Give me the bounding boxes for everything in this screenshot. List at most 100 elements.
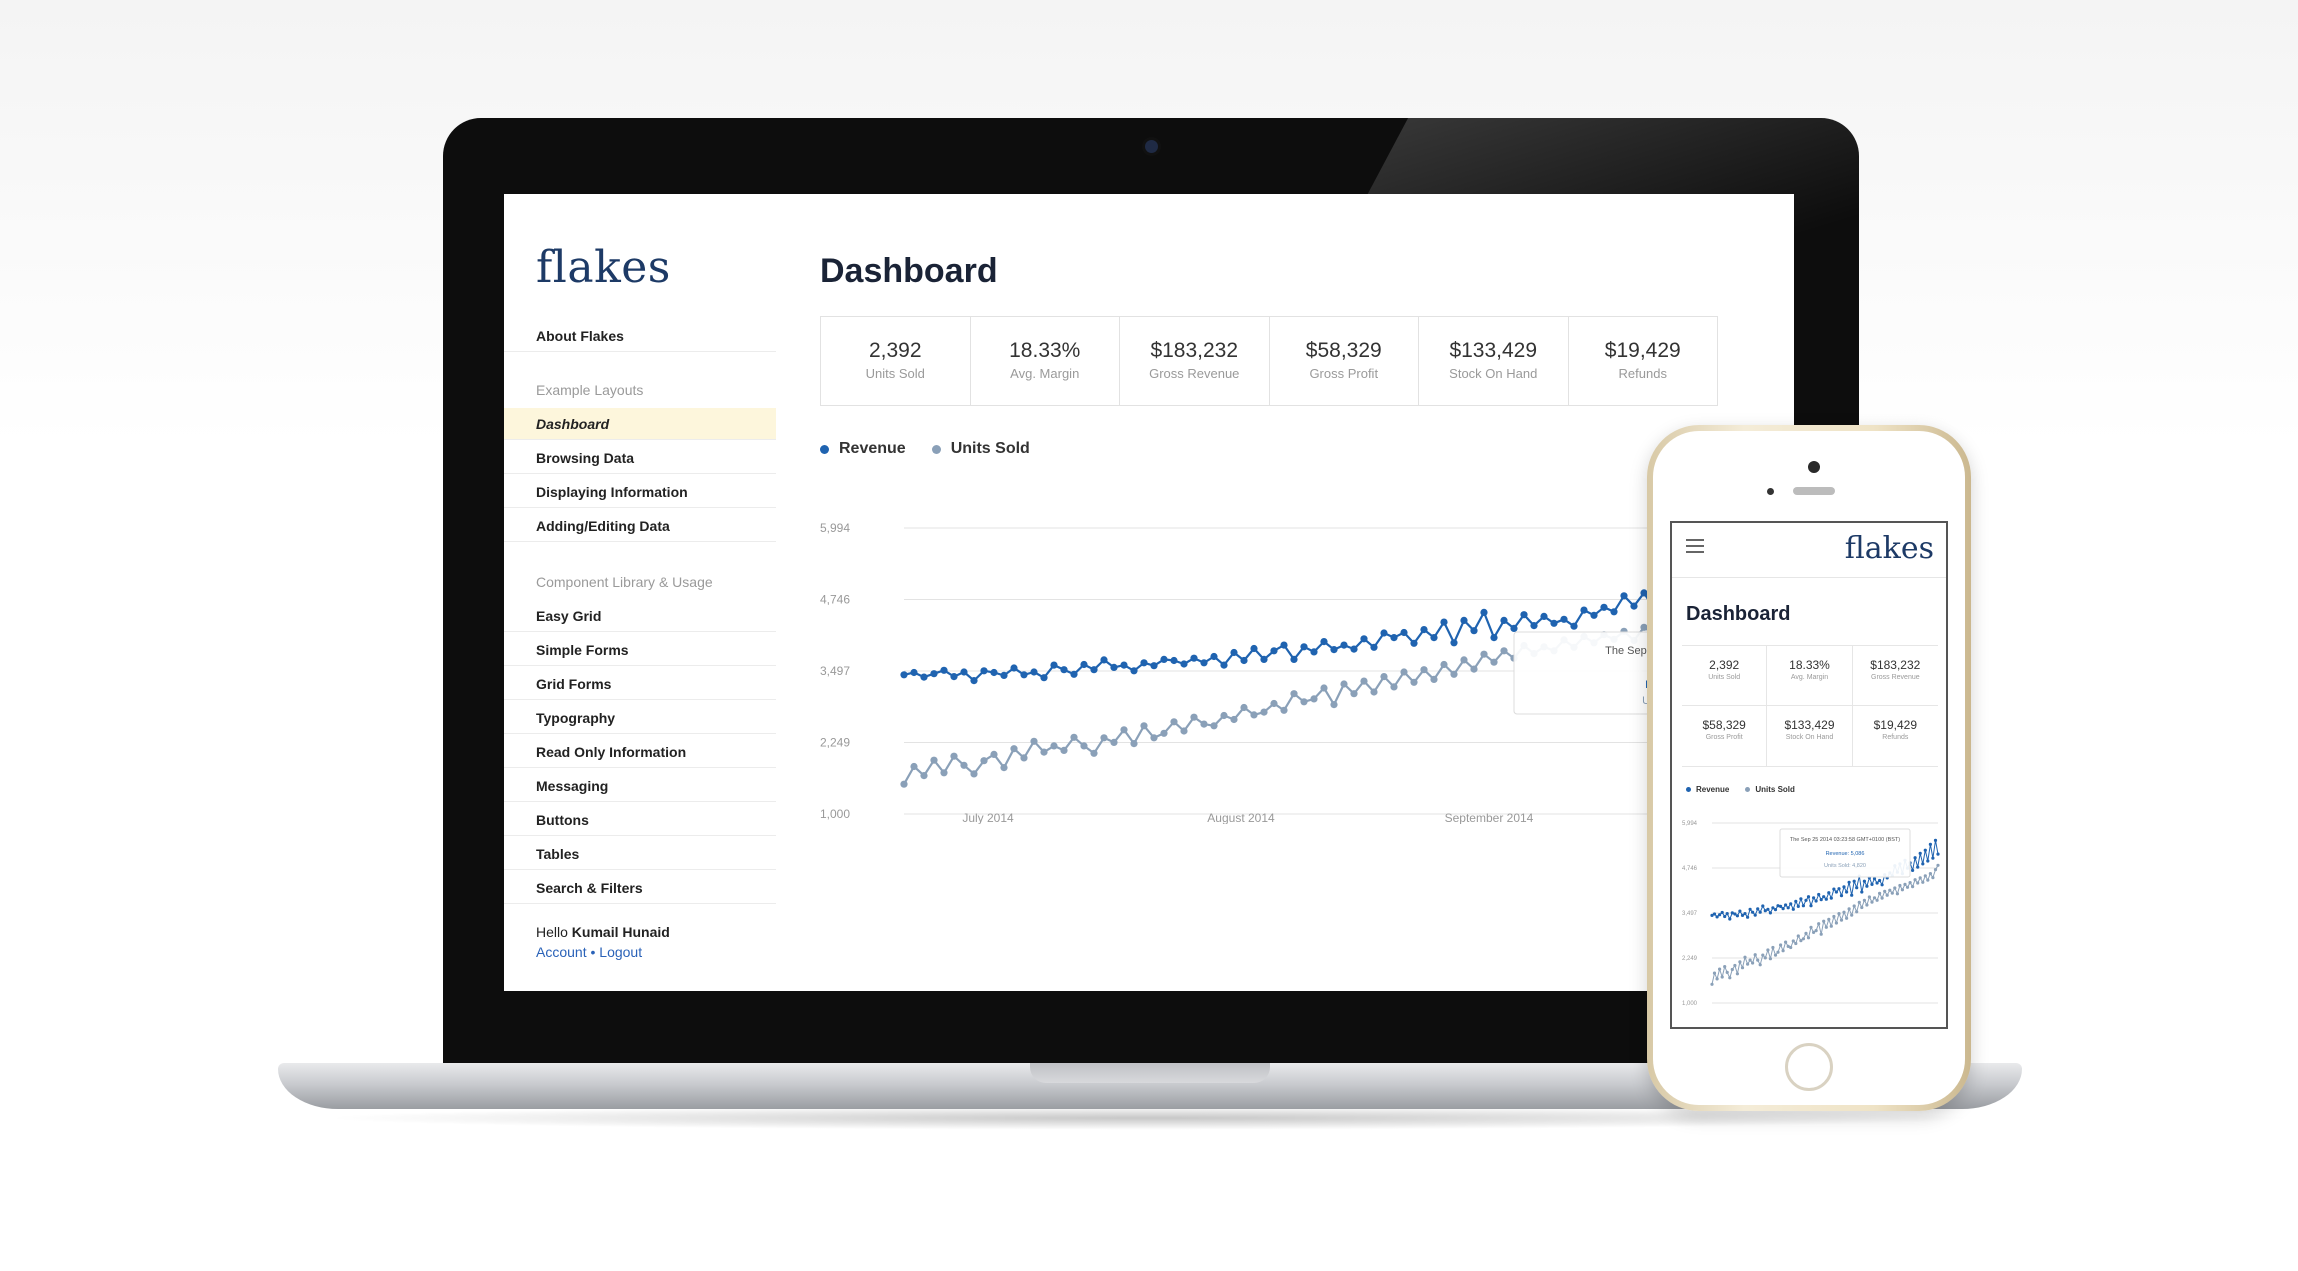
nav-grid-forms[interactable]: Grid Forms <box>504 668 776 700</box>
units-sold-point <box>1784 940 1788 944</box>
revenue-point <box>1827 891 1831 895</box>
page-title: Dashboard <box>820 252 998 290</box>
stat-label: Units Sold <box>865 366 925 381</box>
units-sold-point <box>1824 925 1828 929</box>
stat-value: $58,329 <box>1305 339 1382 362</box>
revenue-point <box>1865 884 1869 888</box>
phone-legend-revenue[interactable]: Revenue <box>1686 785 1729 794</box>
revenue-point <box>1781 907 1785 911</box>
units-sold-point <box>1420 666 1428 674</box>
revenue-point <box>980 667 988 675</box>
revenue-point <box>1801 904 1805 908</box>
units-sold-point <box>1160 729 1168 737</box>
revenue-point <box>910 668 918 677</box>
revenue-point <box>1440 618 1448 626</box>
revenue-point <box>1845 890 1849 894</box>
phone: flakes Dashboard 2,392 Units Sold 18.33% A… <box>1647 425 1971 1111</box>
units-sold-point <box>1270 699 1278 708</box>
nav-displaying-information[interactable]: Displaying Information <box>504 476 776 508</box>
units-sold-point <box>1763 956 1767 960</box>
nav-tables[interactable]: Tables <box>504 838 776 870</box>
legend-revenue[interactable]: Revenue <box>820 440 906 458</box>
revenue-point <box>1020 671 1028 679</box>
phone-stat-value: $19,429 <box>1873 718 1918 732</box>
revenue-point <box>1170 656 1178 665</box>
units-sold-point <box>1928 872 1932 876</box>
units-sold-point <box>1500 647 1508 655</box>
units-sold-point <box>1110 738 1118 746</box>
revenue-point <box>1180 660 1188 668</box>
revenue-point <box>1080 660 1088 669</box>
units-sold-point <box>1908 881 1912 885</box>
units-sold-point <box>1751 961 1755 965</box>
revenue-point <box>1824 897 1828 901</box>
phone-stat-label: Stock On Hand <box>1785 734 1834 741</box>
nav-adding-editing-data[interactable]: Adding/Editing Data <box>504 510 776 542</box>
revenue-point <box>1862 879 1866 883</box>
nav-easy-grid[interactable]: Easy Grid <box>504 600 776 632</box>
revenue-point <box>1799 897 1803 901</box>
nav-dashboard[interactable]: Dashboard <box>504 408 776 440</box>
units-sold-point <box>910 762 918 771</box>
revenue-point <box>1350 645 1358 653</box>
stat-label: Gross Revenue <box>1149 366 1240 381</box>
revenue-point <box>1290 655 1298 663</box>
revenue-point <box>1520 611 1528 619</box>
phone-legend-units[interactable]: Units Sold <box>1745 785 1795 794</box>
units-sold-point <box>1733 963 1737 968</box>
revenue-point <box>1160 655 1168 663</box>
nav-messaging[interactable]: Messaging <box>504 770 776 802</box>
units-sold-point <box>1918 876 1922 880</box>
revenue-point <box>1715 915 1719 919</box>
legend-dot-revenue <box>820 444 829 454</box>
phone-logo[interactable]: flakes <box>1845 531 1934 566</box>
legend-units-sold[interactable]: Units Sold <box>931 440 1030 458</box>
revenue-point <box>1911 868 1915 872</box>
nav-buttons[interactable]: Buttons <box>504 804 776 836</box>
y-tick-label: 3,497 <box>820 664 850 678</box>
units-sold-point <box>1140 722 1148 730</box>
units-sold-point <box>1847 907 1851 911</box>
units-sold-point <box>1400 668 1408 676</box>
units-sold-point <box>1180 727 1188 735</box>
phone-home-button[interactable] <box>1785 1043 1833 1091</box>
revenue-point <box>1766 907 1770 911</box>
hamburger-menu-icon[interactable] <box>1686 539 1704 553</box>
stat-gross-revenue: $183,232 Gross Revenue <box>1120 317 1270 405</box>
revenue-point <box>1370 643 1378 651</box>
revenue-point <box>1530 622 1538 630</box>
units-sold-point <box>1771 945 1775 950</box>
revenue-point <box>1758 910 1762 914</box>
phone-legend-label: Revenue <box>1696 785 1730 794</box>
units-sold-point <box>1470 665 1478 673</box>
units-sold-point <box>1250 711 1258 719</box>
units-sold-point <box>1290 690 1298 698</box>
logout-link[interactable]: Logout <box>599 944 642 960</box>
units-sold-point <box>1837 912 1841 916</box>
account-link[interactable]: Account <box>536 944 587 960</box>
stat-units-sold: 2,392 Units Sold <box>821 317 971 405</box>
revenue-point <box>1330 646 1338 654</box>
units-sold-point <box>1898 883 1902 888</box>
legend-label: Revenue <box>839 440 906 457</box>
revenue-point <box>1120 661 1128 669</box>
revenue-point <box>1761 904 1765 908</box>
nav-browsing-data[interactable]: Browsing Data <box>504 442 776 474</box>
nav-search-filters[interactable]: Search & Filters <box>504 872 776 904</box>
revenue-point <box>1751 910 1755 914</box>
nav-read-only-information[interactable]: Read Only Information <box>504 736 776 768</box>
nav-simple-forms[interactable]: Simple Forms <box>504 634 776 666</box>
revenue-point <box>1550 619 1558 627</box>
nav-about[interactable]: About Flakes <box>504 320 776 352</box>
revenue-point <box>940 666 948 674</box>
revenue-point <box>1786 906 1790 910</box>
phone-stats: 2,392 Units Sold 18.33% Avg. Margin $183,2… <box>1682 645 1938 767</box>
revenue-point <box>1743 912 1747 916</box>
units-sold-point <box>1921 880 1925 884</box>
revenue-point <box>1470 627 1478 635</box>
nav-typography[interactable]: Typography <box>504 702 776 734</box>
units-sold-point <box>1450 670 1458 678</box>
logo[interactable]: flakes <box>536 242 671 293</box>
phone-face: flakes Dashboard 2,392 Units Sold 18.33% A… <box>1653 431 1965 1105</box>
revenue-point <box>1796 904 1800 908</box>
